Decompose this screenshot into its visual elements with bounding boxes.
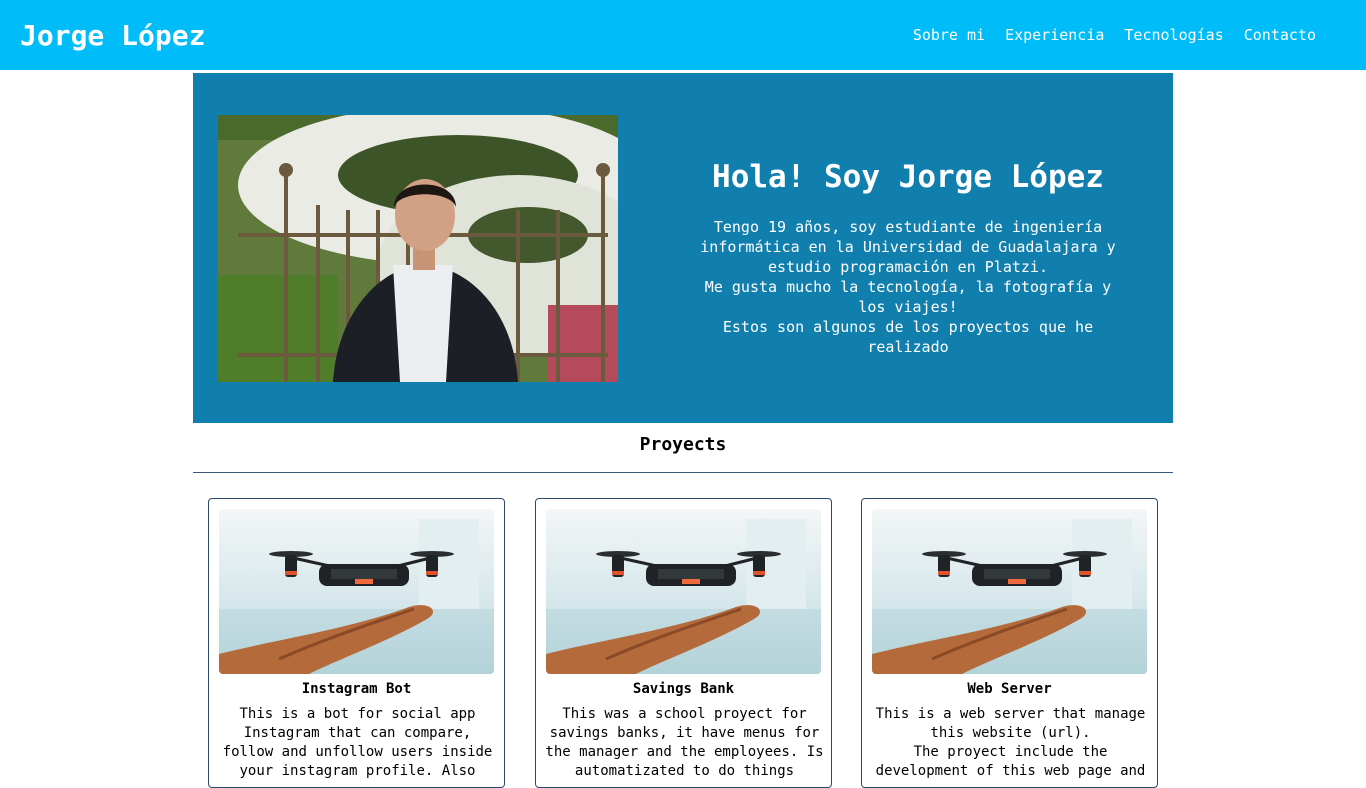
nav-link-contacto[interactable]: Contacto xyxy=(1244,26,1316,44)
nav-link-tecnologias[interactable]: Tecnologías xyxy=(1124,26,1223,44)
project-title: Savings Bank xyxy=(632,681,735,697)
hero-description-line: Estos son algunos de los proyectos que h… xyxy=(722,318,1094,356)
brand-logo[interactable]: Jorge López xyxy=(20,19,205,52)
project-image xyxy=(219,509,494,674)
project-description-line: This is a bot for social app Instagram t… xyxy=(222,706,493,779)
project-description: This was a school proyect for savings ba… xyxy=(544,705,825,781)
project-description-line: This was a school proyect for savings ba… xyxy=(545,706,824,779)
project-description-line: This is a web server that manage this we… xyxy=(875,706,1146,741)
nav-link-experiencia[interactable]: Experiencia xyxy=(1005,26,1104,44)
project-card-savings-bank[interactable]: Savings Bank This was a school proyect f… xyxy=(535,498,832,788)
hero-description-line: Tengo 19 años, soy estudiante de ingenie… xyxy=(700,218,1116,276)
nav-links: Sobre mi Experiencia Tecnologías Contact… xyxy=(893,26,1316,44)
project-image xyxy=(546,509,821,674)
hero-section: Hola! Soy Jorge López Tengo 19 años, soy… xyxy=(193,73,1173,423)
hero-text: Hola! Soy Jorge López Tengo 19 años, soy… xyxy=(683,159,1133,357)
project-description-line: The proyect include the development of t… xyxy=(875,744,1146,779)
project-image xyxy=(872,509,1147,674)
hero-description: Tengo 19 años, soy estudiante de ingenie… xyxy=(683,217,1133,357)
project-description: This is a bot for social app Instagram t… xyxy=(217,705,498,781)
hero-description-line: Me gusta mucho la tecnología, la fotogra… xyxy=(704,278,1112,316)
projects-heading: Proyects xyxy=(639,434,727,455)
navbar: Jorge López Sobre mi Experiencia Tecnolo… xyxy=(0,0,1366,70)
project-title: Instagram Bot xyxy=(301,681,412,697)
hero-title: Hola! Soy Jorge López xyxy=(712,159,1104,195)
project-card-instagram-bot[interactable]: Instagram Bot This is a bot for social a… xyxy=(208,498,505,788)
profile-photo xyxy=(218,115,618,382)
divider xyxy=(193,472,1173,473)
project-title: Web Server xyxy=(967,681,1052,697)
project-card-web-server[interactable]: Web Server This is a web server that man… xyxy=(861,498,1158,788)
project-description: This is a web server that manage this we… xyxy=(870,705,1151,781)
nav-link-sobre-mi[interactable]: Sobre mi xyxy=(913,26,985,44)
